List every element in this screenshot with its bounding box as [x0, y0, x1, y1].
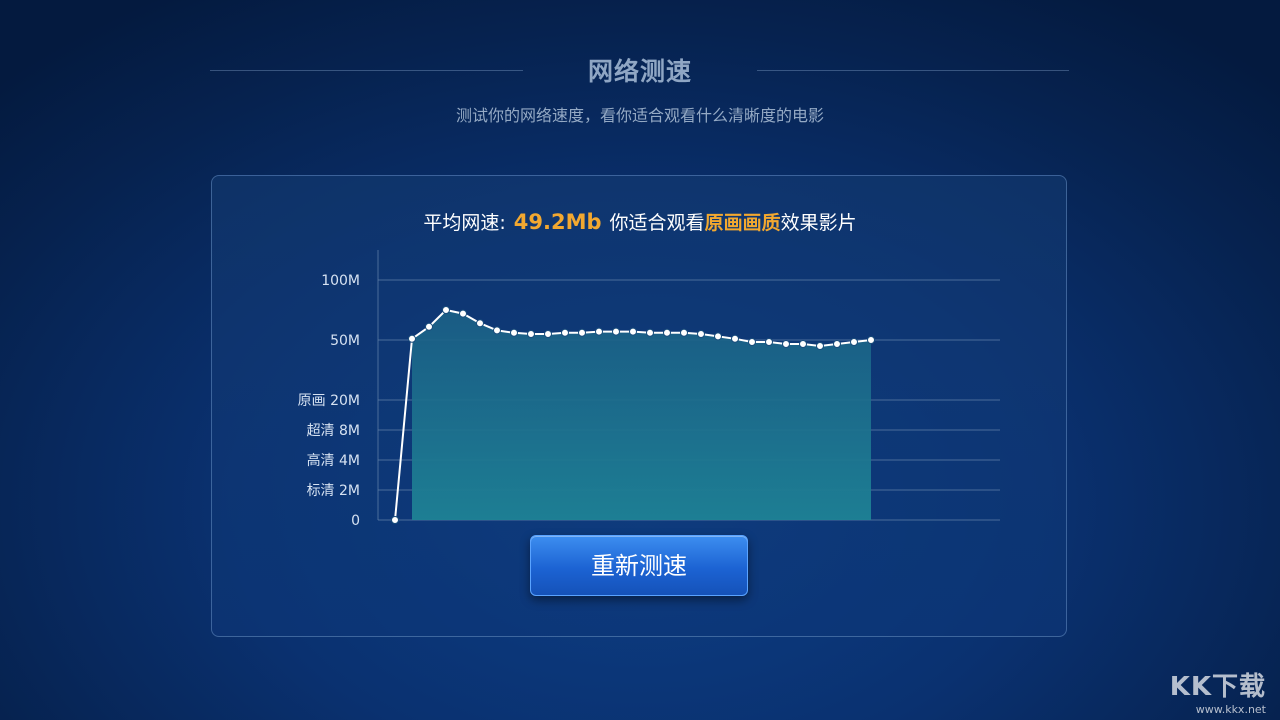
speed-point — [391, 516, 399, 524]
speed-point — [765, 338, 773, 346]
speed-point — [527, 330, 535, 338]
speed-point — [816, 342, 824, 350]
watermark: KK下载 www.kkx.net — [1170, 666, 1266, 716]
speed-point — [510, 328, 518, 337]
watermark-url: www.kkx.net — [1195, 703, 1266, 716]
watermark-logo: KK下载 — [1169, 672, 1266, 702]
retest-button[interactable]: 重新测速 — [530, 535, 748, 596]
speed-point — [459, 309, 467, 318]
speed-point — [612, 327, 620, 336]
speed-point — [833, 340, 841, 348]
speed-point — [850, 338, 858, 346]
speed-point — [561, 328, 569, 337]
speed-point — [714, 332, 722, 341]
speed-point — [663, 328, 671, 337]
y-axis-tick-label: 100M — [321, 273, 360, 289]
speed-point — [442, 306, 450, 314]
speed-point — [731, 334, 739, 343]
speed-chart: 100M 50M 原画 20M 超清 8M 高清 4M 标清 2M 0 — [298, 250, 1000, 529]
speed-point — [493, 326, 501, 335]
y-axis-tick-label: 0 — [351, 513, 360, 529]
speed-point — [867, 336, 875, 344]
y-axis-tick-label: 50M — [330, 333, 360, 349]
speed-point — [782, 340, 790, 348]
speed-point — [629, 327, 637, 336]
speed-point — [578, 328, 586, 337]
speed-point — [408, 334, 416, 343]
speed-point — [799, 340, 807, 348]
speed-point — [697, 330, 705, 338]
speed-point — [748, 338, 756, 346]
y-axis-tick-label: 超清 8M — [307, 423, 360, 439]
y-axis-tick-label: 标清 2M — [307, 483, 360, 499]
speed-point — [680, 328, 688, 337]
speed-point — [425, 322, 433, 331]
speed-point — [595, 327, 603, 336]
speed-point — [544, 330, 552, 338]
speed-point — [476, 319, 484, 328]
y-axis-tick-label: 原画 20M — [298, 393, 360, 409]
speed-point — [646, 328, 654, 337]
y-axis-tick-label: 高清 4M — [307, 452, 360, 469]
